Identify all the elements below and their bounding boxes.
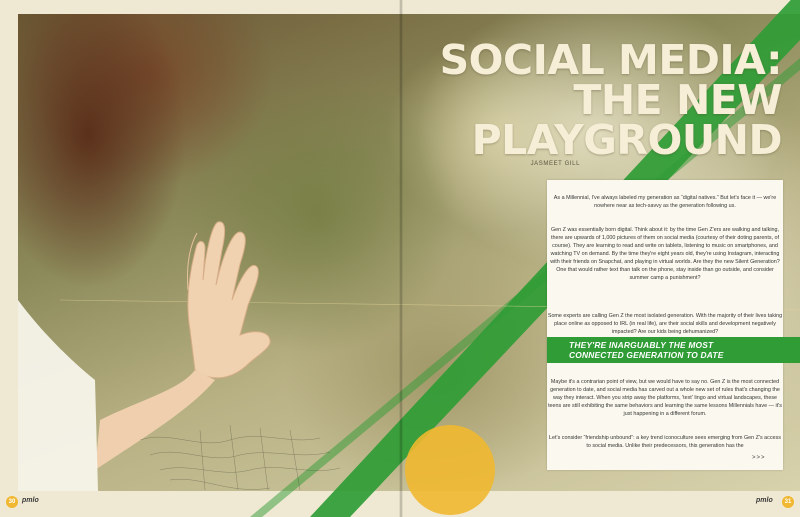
- paragraph: Let's consider “friendship unbound”: a k…: [549, 435, 781, 449]
- magazine-spread: SOCIAL MEDIA: THE NEW PLAYGROUND JASMEET…: [0, 0, 800, 517]
- paragraph: Some experts are calling Gen Z the most …: [547, 313, 783, 335]
- pull-quote: THEY'RE INARGUABLY THE MOST CONNECTED GE…: [547, 337, 800, 363]
- pull-quote-line: THEY'RE INARGUABLY THE MOST: [569, 340, 714, 350]
- title-line: PLAYGROUND: [471, 116, 783, 164]
- hand-illustration: [95, 221, 271, 470]
- page-number-right: 31: [782, 496, 794, 508]
- paragraph: Gen Z was essentially born digital. Thin…: [550, 227, 780, 281]
- paragraph: As a Millennial, I've always labeled my …: [553, 195, 777, 209]
- title-line: THE NEW: [573, 76, 782, 124]
- continued-marker: >>>: [752, 455, 766, 461]
- paragraph: Maybe it's a contrarian point of view, b…: [548, 379, 782, 417]
- pull-quote-line: CONNECTED GENERATION TO DATE: [569, 350, 724, 360]
- page-fold: [399, 0, 403, 517]
- page-number-left: 30: [6, 496, 18, 508]
- magazine-logo-right: pmlo: [756, 497, 773, 504]
- yellow-circle: [405, 425, 495, 515]
- shirt: [18, 300, 98, 491]
- map-lines: [139, 424, 341, 491]
- magazine-logo-left: pmlo: [22, 497, 39, 504]
- byline: JASMEET GILL: [530, 161, 580, 167]
- text-column: As a Millennial, I've always labeled my …: [547, 180, 783, 470]
- article-title: SOCIAL MEDIA: THE NEW PLAYGROUND: [439, 36, 783, 164]
- title-line: SOCIAL MEDIA:: [439, 36, 783, 84]
